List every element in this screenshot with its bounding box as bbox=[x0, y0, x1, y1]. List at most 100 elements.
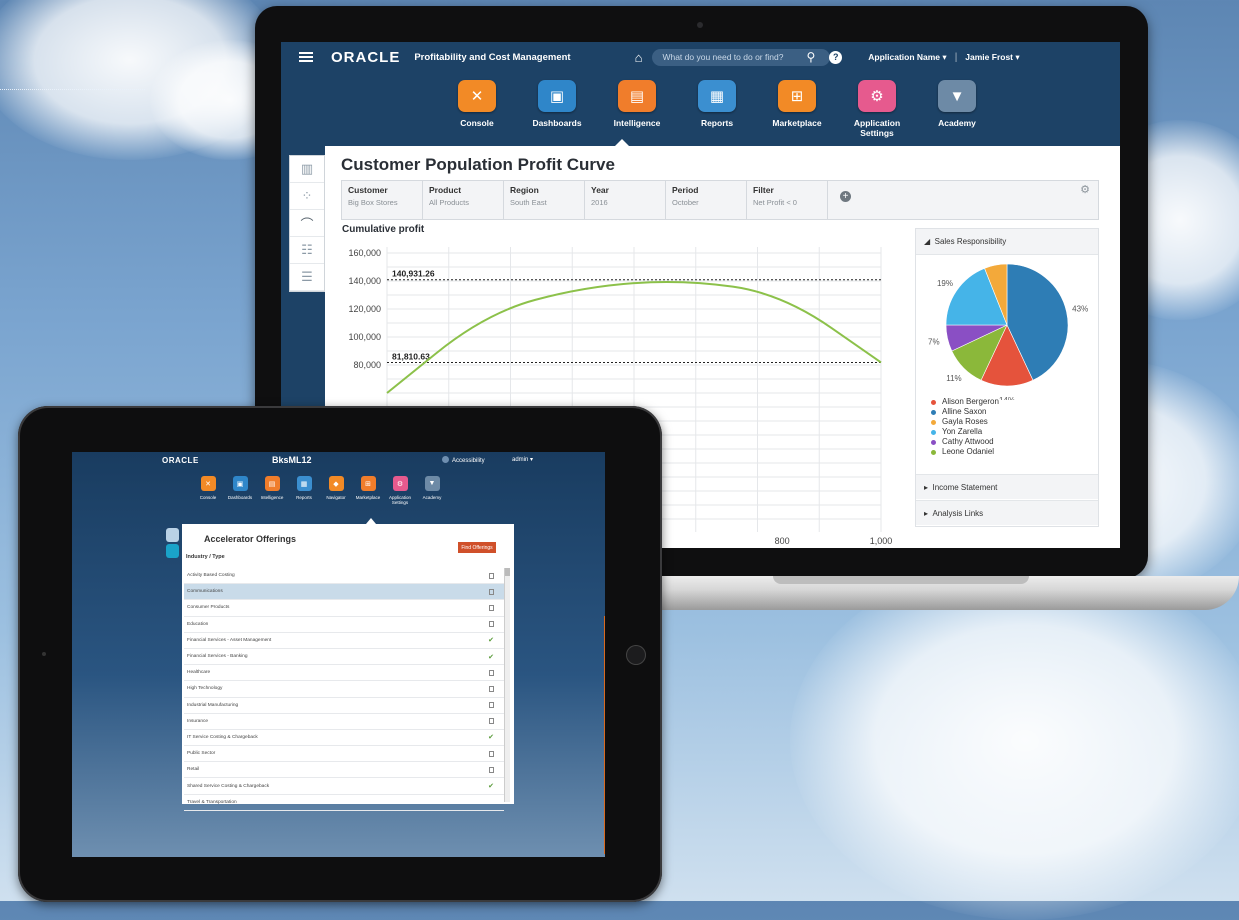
nav-console[interactable]: ✕ Console bbox=[437, 80, 517, 138]
filter-product[interactable]: Product All Products bbox=[423, 181, 504, 219]
offering-row[interactable]: Healthcare bbox=[184, 665, 504, 682]
offering-row[interactable]: Financial Services - Banking ✔ bbox=[184, 649, 504, 666]
nav-marketplace[interactable]: ⊞ Marketplace bbox=[757, 80, 837, 138]
accelerator-title: Accelerator Offerings bbox=[204, 534, 297, 544]
offering-label: IT Service Costing & Chargeback bbox=[187, 734, 258, 740]
document-icon bbox=[489, 604, 494, 611]
home-icon[interactable]: ⌂ bbox=[635, 50, 643, 65]
legend-item[interactable]: Alison Bergeron bbox=[931, 397, 999, 407]
gear-icon[interactable]: ⚙ bbox=[1080, 183, 1090, 196]
tablet-nav-application-settings[interactable]: ⚙ Application Settings bbox=[384, 476, 416, 505]
filter-customer[interactable]: Customer Big Box Stores bbox=[342, 181, 423, 219]
cart-icon: ⊞ bbox=[778, 80, 816, 112]
search-icon[interactable]: ⚲ bbox=[806, 50, 815, 64]
filter-value: All Products bbox=[429, 198, 470, 207]
offering-row[interactable]: IT Service Costing & Chargeback ✔ bbox=[184, 730, 504, 747]
tablet-nav-dashboards[interactable]: ▣ Dashboards bbox=[224, 476, 256, 505]
nav-label: Intelligence bbox=[613, 118, 661, 128]
legend-item[interactable]: Gayla Roses bbox=[931, 417, 999, 427]
academy-icon: ▼ bbox=[938, 80, 976, 112]
offering-row[interactable]: Communications bbox=[184, 584, 504, 601]
tablet-nav-navigator[interactable]: ◆ Navigator bbox=[320, 476, 352, 505]
admin-label: admin bbox=[512, 457, 529, 463]
filter-label: Filter bbox=[753, 185, 774, 195]
legend-item[interactable]: Cathy Attwood bbox=[931, 437, 999, 447]
tablet-nav-label: Marketplace bbox=[355, 495, 381, 500]
nav-application-settings[interactable]: ⚙ Application Settings bbox=[837, 80, 917, 138]
tablet-side-tab[interactable] bbox=[166, 528, 179, 542]
tablet-nav-reports[interactable]: ▦ Reports bbox=[288, 476, 320, 505]
offering-row[interactable]: Retail bbox=[184, 762, 504, 779]
checkmark-icon: ✔ bbox=[488, 734, 494, 742]
offering-row[interactable]: Industrial Manufacturing bbox=[184, 698, 504, 714]
sales-responsibility-header[interactable]: ◢ Sales Responsibility bbox=[916, 229, 1098, 255]
cloud bbox=[790, 560, 1239, 920]
tablet-nav-icon: ✕ bbox=[200, 476, 216, 491]
nav-intelligence[interactable]: ▤ Intelligence bbox=[597, 80, 677, 138]
search-input[interactable]: What do you need to do or find? bbox=[652, 48, 831, 66]
document-icon bbox=[489, 685, 494, 692]
analysis-links-label: Analysis Links bbox=[932, 508, 984, 518]
table-search-icon[interactable]: ☰ bbox=[290, 264, 324, 291]
add-filter-icon[interactable]: + bbox=[840, 191, 851, 202]
help-icon[interactable]: ? bbox=[829, 50, 843, 64]
tablet-nav-academy[interactable]: ▼ Academy bbox=[416, 476, 448, 505]
scrollbar-thumb[interactable] bbox=[505, 568, 510, 576]
checkmark-icon: ✔ bbox=[488, 783, 494, 791]
offering-row[interactable]: Travel & Transportation bbox=[184, 795, 504, 811]
pie-label: 7% bbox=[928, 337, 940, 346]
scatter-chart-icon[interactable]: ⁘ bbox=[290, 183, 324, 210]
user-name: Jamie Frost bbox=[965, 51, 1014, 62]
legend-item[interactable]: Alline Saxon bbox=[931, 407, 999, 417]
offering-label: Activity Based Costing bbox=[187, 573, 235, 579]
user-menu[interactable]: Jamie Frost ▾ bbox=[965, 52, 1019, 63]
offering-label: Financial Services - Banking bbox=[187, 654, 248, 660]
tablet-nav-marketplace[interactable]: ⊞ Marketplace bbox=[352, 476, 384, 505]
admin-menu[interactable]: admin ▾ bbox=[512, 456, 533, 463]
tablet-nav-intelligence[interactable]: ▤ Intelligence bbox=[256, 476, 288, 505]
tablet-side-tab-active[interactable] bbox=[166, 544, 179, 558]
tablet-camera bbox=[42, 652, 46, 656]
hierarchy-icon[interactable]: ☷ bbox=[290, 237, 324, 264]
hamburger-menu-icon[interactable] bbox=[299, 50, 313, 64]
pie-label: 6% bbox=[987, 255, 999, 256]
list-scrollbar[interactable] bbox=[504, 568, 510, 802]
offering-row[interactable]: High Technology bbox=[184, 681, 504, 698]
legend-swatch bbox=[931, 419, 936, 425]
offering-row[interactable]: Financial Services - Asset Management ✔ bbox=[184, 633, 504, 649]
legend-label: Yon Zarella bbox=[942, 427, 983, 436]
offering-row[interactable]: Shared Service Costing & Chargeback ✔ bbox=[184, 778, 504, 795]
filter-value: Big Box Stores bbox=[348, 198, 398, 207]
main-nav: ✕ Console ▣ Dashboards ▤ Intelligence ▦ … bbox=[437, 80, 997, 138]
accessibility-link[interactable]: Accessibility bbox=[442, 456, 485, 464]
income-statement-section[interactable]: ▸ Income Statement bbox=[916, 474, 1098, 499]
pie-label: 43% bbox=[1072, 305, 1088, 314]
document-icon bbox=[489, 572, 494, 579]
offering-row[interactable]: Insurance bbox=[184, 714, 504, 730]
nav-label: Reports bbox=[700, 118, 734, 128]
offering-label: Financial Services - Asset Management bbox=[187, 637, 272, 643]
tablet-nav-console[interactable]: ✕ Console bbox=[192, 476, 224, 505]
tablet-oracle-logo: ORACLE bbox=[162, 456, 199, 465]
filter-year[interactable]: Year 2016 bbox=[585, 181, 666, 219]
nav-academy[interactable]: ▼ Academy bbox=[917, 80, 997, 138]
filter-region[interactable]: Region South East bbox=[504, 181, 585, 219]
nav-dashboards[interactable]: ▣ Dashboards bbox=[517, 80, 597, 138]
application-selector[interactable]: Application Name ▾ bbox=[868, 52, 946, 63]
bar-chart-icon[interactable]: ▥ bbox=[290, 156, 324, 183]
legend-item[interactable]: Yon Zarella bbox=[931, 427, 999, 437]
tablet-nav-label: Reports bbox=[296, 495, 312, 500]
offering-row[interactable]: Activity Based Costing bbox=[184, 568, 504, 585]
filter-period[interactable]: Period October bbox=[666, 181, 747, 219]
line-chart-icon[interactable]: ⌒ bbox=[290, 210, 324, 237]
offering-row[interactable]: Consumer Products bbox=[184, 600, 504, 617]
nav-reports[interactable]: ▦ Reports bbox=[677, 80, 757, 138]
offering-row[interactable]: Public Sector bbox=[184, 746, 504, 763]
analysis-links-section[interactable]: ▸ Analysis Links bbox=[916, 500, 1098, 525]
oracle-logo: ORACLE bbox=[331, 48, 401, 66]
legend-item[interactable]: Leone Odaniel bbox=[931, 447, 999, 457]
filter-filter[interactable]: Filter Net Profit < 0 bbox=[747, 181, 828, 219]
pie-label: 11% bbox=[946, 374, 961, 383]
offering-row[interactable]: Education bbox=[184, 617, 504, 633]
find-offerings-button[interactable]: Find Offerings bbox=[458, 542, 496, 553]
